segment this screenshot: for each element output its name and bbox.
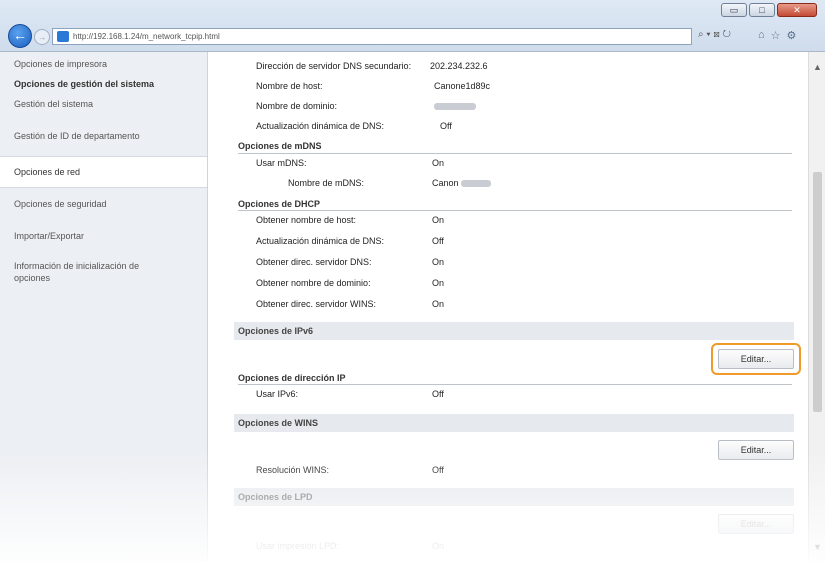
scroll-up-arrow-icon[interactable]: ▲	[813, 62, 822, 72]
home-icon[interactable]: ⌂	[758, 29, 765, 42]
scrollbar-thumb[interactable]	[813, 172, 822, 412]
address-url[interactable]: http://192.168.1.24/m_network_tcpip.html	[73, 32, 220, 41]
wins-edit-button[interactable]: Editar...	[718, 440, 794, 460]
wins-section-header: Opciones de WINS	[234, 414, 794, 432]
main-content: Dirección de servidor DNS secundario: 20…	[208, 52, 808, 562]
sidebar-item-department-id[interactable]: Gestión de ID de departamento	[0, 124, 207, 148]
dns-dynamic-label: Actualización dinámica de DNS:	[256, 121, 385, 131]
dhcp-row-label: Obtener nombre de host:	[256, 215, 357, 225]
use-ipv6-label: Usar IPv6:	[256, 389, 299, 399]
dhcp-row-value: On	[432, 299, 445, 309]
window-controls: ▭ □ ✕	[721, 3, 817, 17]
arrow-right-icon: →	[37, 32, 47, 42]
dhcp-row-value: On	[432, 215, 445, 225]
dhcp-row-label: Actualización dinámica de DNS:	[256, 236, 385, 246]
dhcp-row-label: Obtener direc. servidor DNS:	[256, 257, 372, 267]
host-name-label: Nombre de host:	[256, 81, 323, 91]
minimize-button[interactable]: ▭	[721, 3, 747, 17]
use-mdns-label: Usar mDNS:	[256, 158, 307, 168]
browser-chrome: ▭ □ ✕ ← → http://192.168.1.24/m_network_…	[0, 0, 825, 52]
mdns-name-value: Canon	[432, 177, 492, 189]
dhcp-row-label: Obtener direc. servidor WINS:	[256, 299, 377, 309]
arrow-left-icon: ←	[13, 27, 27, 43]
address-controls[interactable]: ⌕ ▾ ⊠ ↻	[698, 29, 731, 40]
mdns-name-label: Nombre de mDNS:	[288, 178, 365, 188]
dhcp-row-value: On	[432, 257, 445, 267]
dns-secondary-value: 202.234.232.6	[430, 61, 488, 71]
ipv6-section-header: Opciones de IPv6	[234, 322, 794, 340]
use-lpd-value: On	[432, 541, 445, 551]
sidebar: Opciones de impresora Opciones de gestió…	[0, 52, 208, 562]
sidebar-item-network-settings[interactable]: Opciones de red	[0, 156, 207, 188]
ipv6-edit-button[interactable]: Editar...	[718, 349, 794, 369]
sidebar-item-import-export[interactable]: Importar/Exportar	[0, 224, 207, 248]
ip-address-settings-header: Opciones de dirección IP	[238, 373, 346, 383]
wins-resolution-value: Off	[432, 465, 444, 475]
mdns-header: Opciones de mDNS	[238, 141, 322, 151]
address-bar[interactable]: http://192.168.1.24/m_network_tcpip.html	[52, 28, 692, 45]
sidebar-item-printer-settings[interactable]: Opciones de impresora	[0, 52, 207, 76]
use-ipv6-value: Off	[432, 389, 444, 399]
vertical-scrollbar[interactable]: ▲ ▼	[808, 52, 825, 562]
use-mdns-value: On	[432, 158, 445, 168]
sidebar-item-system-management[interactable]: Gestión del sistema	[0, 92, 207, 116]
tools-gear-icon[interactable]: ⚙	[787, 29, 797, 42]
dns-secondary-label: Dirección de servidor DNS secundario:	[256, 61, 412, 71]
dhcp-header: Opciones de DHCP	[238, 199, 321, 209]
dhcp-row-label: Obtener nombre de dominio:	[256, 278, 371, 288]
close-button[interactable]: ✕	[777, 3, 817, 17]
sidebar-item-initialize-settings[interactable]: Información de inicialización de opcione…	[0, 254, 180, 290]
host-name-value: Canone1d89c	[434, 81, 491, 91]
dhcp-row-value: On	[432, 278, 445, 288]
lpd-edit-button[interactable]: Editar...	[718, 514, 794, 534]
lpd-section-header: Opciones de LPD	[234, 488, 794, 506]
back-button[interactable]: ←	[8, 24, 32, 48]
maximize-button[interactable]: □	[749, 3, 775, 17]
browser-page-icon	[57, 31, 69, 42]
forward-button[interactable]: →	[34, 29, 50, 45]
domain-name-value-redacted	[434, 100, 476, 112]
dhcp-row-value: Off	[432, 236, 444, 246]
wins-resolution-label: Resolución WINS:	[256, 465, 330, 475]
scroll-down-arrow-icon[interactable]: ▼	[813, 542, 822, 552]
sidebar-section-system-management: Opciones de gestión del sistema	[14, 79, 155, 89]
ip-address-divider	[238, 384, 792, 385]
sidebar-item-security-settings[interactable]: Opciones de seguridad	[0, 192, 207, 216]
browser-toolbar-icons: ⌂ ☆ ⚙	[758, 29, 796, 42]
favorites-star-icon[interactable]: ☆	[771, 29, 781, 42]
dns-dynamic-value: Off	[440, 121, 452, 131]
mdns-divider	[238, 153, 792, 154]
domain-name-label: Nombre de dominio:	[256, 101, 338, 111]
dhcp-divider	[238, 210, 792, 211]
use-lpd-label: Usar impresión LPD:	[256, 541, 340, 551]
